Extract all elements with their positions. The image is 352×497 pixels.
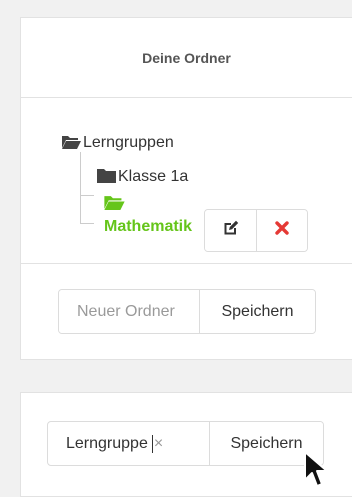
mouse-pointer-icon [303,450,331,495]
edit-icon [223,220,239,241]
new-folder-input[interactable] [59,290,199,333]
rename-input[interactable]: Lerngruppe × [48,422,209,465]
folder-icon [97,168,116,188]
folders-panel: Deine Ordner Lerngruppen Klasse 1a Mathe… [20,17,352,360]
new-folder-save-button[interactable]: Speichern [199,290,315,333]
rename-input-value: Lerngruppe [66,434,148,452]
folder-tree: Lerngruppen Klasse 1a Mathematik [21,98,352,264]
new-folder-form: Speichern [58,289,316,334]
panel-title: Deine Ordner [21,18,352,98]
folder-open-icon [104,194,192,216]
delete-icon [275,221,289,240]
folder-open-icon [62,134,81,154]
clear-icon[interactable]: × [154,435,163,453]
tree-connector [80,195,94,196]
tree-connector [80,152,81,224]
edit-button[interactable] [205,210,256,251]
tree-item-label: Mathematik [104,218,193,235]
tree-item-label: Lerngruppen [83,134,174,151]
save-label: Speichern [221,302,294,320]
tree-item-label: Klasse 1a [118,168,189,185]
tree-item-mathematik[interactable]: Mathematik [104,194,192,236]
tree-item-lerngruppen[interactable]: Lerngruppen [62,134,174,154]
folder-actions [204,209,308,252]
save-label: Speichern [230,434,303,452]
rename-form: Lerngruppe × Speichern [47,421,324,466]
tree-connector [80,223,94,224]
text-caret [151,434,153,453]
delete-button[interactable] [256,210,307,251]
tree-item-klasse-1a[interactable]: Klasse 1a [97,168,188,188]
